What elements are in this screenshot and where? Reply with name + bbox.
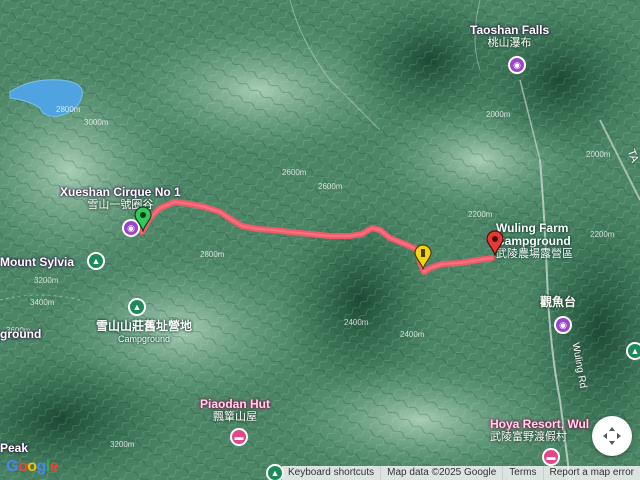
place-mount-sylvia[interactable]: Mount Sylvia bbox=[0, 256, 74, 269]
place-xueshan-cirque[interactable]: Xueshan Cirque No 1 雪山一號圈谷 bbox=[60, 186, 181, 212]
map-attribution-bar: Keyboard shortcuts Map data ©2025 Google… bbox=[281, 466, 640, 480]
elevation-label: 3400m bbox=[30, 298, 55, 307]
place-campground-partial[interactable]: ground bbox=[0, 328, 41, 341]
place-peak-partial[interactable]: Peak bbox=[0, 442, 28, 455]
place-wuling-farm-campground[interactable]: Wuling Farm Campground 武陵農場露營區 bbox=[496, 222, 586, 261]
elevation-label: 2800m bbox=[56, 105, 81, 114]
report-map-error-link[interactable]: Report a map error bbox=[542, 466, 640, 480]
place-piaodan-hut[interactable]: Piaodan Hut 飄簞山屋 bbox=[200, 398, 270, 424]
bed-icon[interactable]: ▬ bbox=[542, 448, 560, 466]
elevation-label: 2600m bbox=[318, 182, 343, 191]
elevation-label: 2400m bbox=[344, 318, 369, 327]
mountain-icon[interactable]: ▲ bbox=[87, 252, 105, 270]
place-taoshan-falls[interactable]: Taoshan Falls 桃山瀑布 bbox=[470, 24, 549, 50]
waypoint-marker-icon[interactable] bbox=[414, 244, 432, 270]
elevation-label: 2200m bbox=[590, 230, 615, 239]
google-logo: Google bbox=[6, 458, 59, 475]
elevation-label: 2400m bbox=[400, 330, 425, 339]
camera-icon[interactable]: ◉ bbox=[508, 56, 526, 74]
elevation-label: 2000m bbox=[586, 150, 611, 159]
place-xueshan-campground[interactable]: 雪山山莊舊址營地 Campground bbox=[96, 320, 192, 346]
end-marker-icon[interactable] bbox=[486, 230, 504, 256]
map-data-text: Map data ©2025 Google bbox=[380, 466, 502, 480]
camera-icon[interactable]: ◉ bbox=[554, 316, 572, 334]
elevation-label: 2800m bbox=[200, 250, 225, 259]
map-canvas[interactable]: 2800m 3000m 2600m 2400m 2200m 2000m 3200… bbox=[0, 0, 640, 480]
elevation-label: 3200m bbox=[34, 276, 59, 285]
start-marker-icon[interactable] bbox=[134, 206, 152, 232]
place-hoya-resort[interactable]: Hoya Resort, Wul 武陵富野渡假村 bbox=[490, 418, 589, 444]
elevation-label: 3200m bbox=[110, 440, 135, 449]
mountain-icon[interactable]: ▲ bbox=[626, 342, 640, 360]
place-guanyu[interactable]: 觀魚台 bbox=[540, 296, 576, 309]
elevation-label: 3000m bbox=[84, 118, 109, 127]
terms-link[interactable]: Terms bbox=[502, 466, 542, 480]
elevation-label: 2200m bbox=[468, 210, 493, 219]
pan-control-icon bbox=[603, 427, 621, 445]
bed-icon[interactable]: ▬ bbox=[230, 428, 248, 446]
elevation-label: 2000m bbox=[486, 110, 511, 119]
elevation-label: 2600m bbox=[282, 168, 307, 177]
map-camera-control-button[interactable] bbox=[592, 416, 632, 456]
camp-icon[interactable]: ▲ bbox=[128, 298, 146, 316]
keyboard-shortcuts-link[interactable]: Keyboard shortcuts bbox=[282, 466, 380, 480]
